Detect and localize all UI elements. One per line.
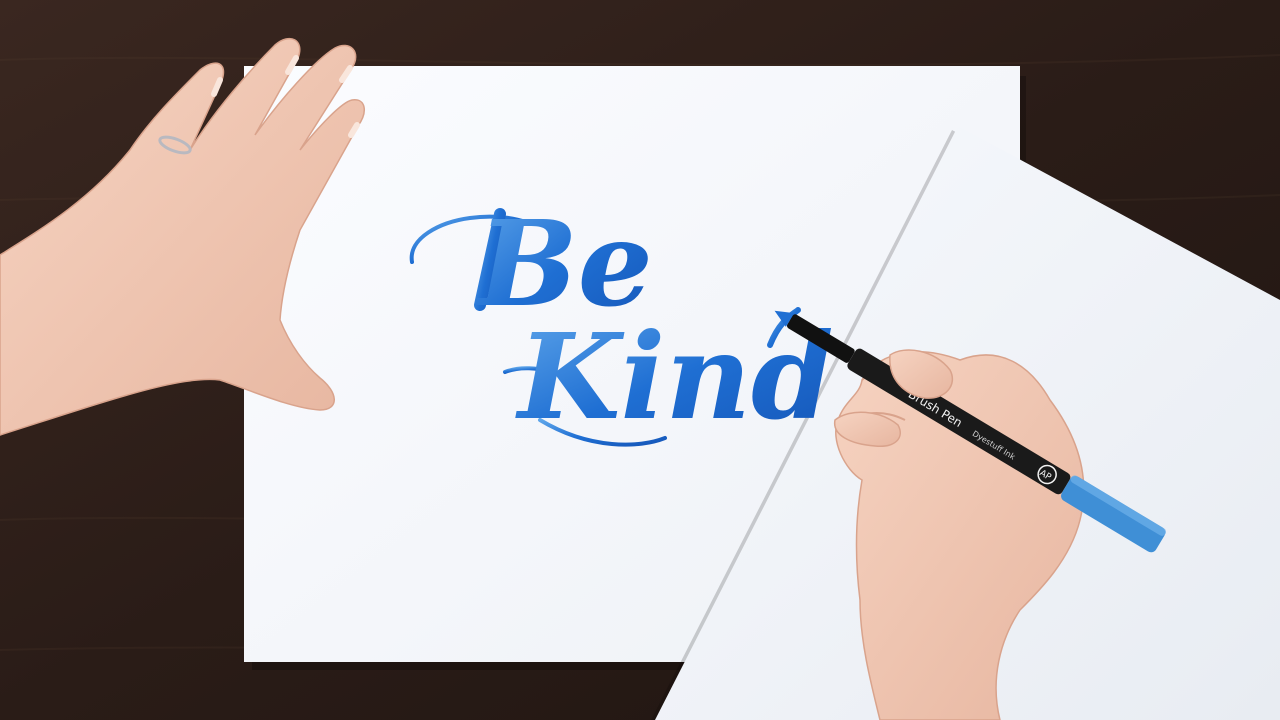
photo-scene: Be Kind Brush Pen Dyestuff Ink AP (0, 0, 1280, 720)
scene-svg (0, 0, 1280, 720)
